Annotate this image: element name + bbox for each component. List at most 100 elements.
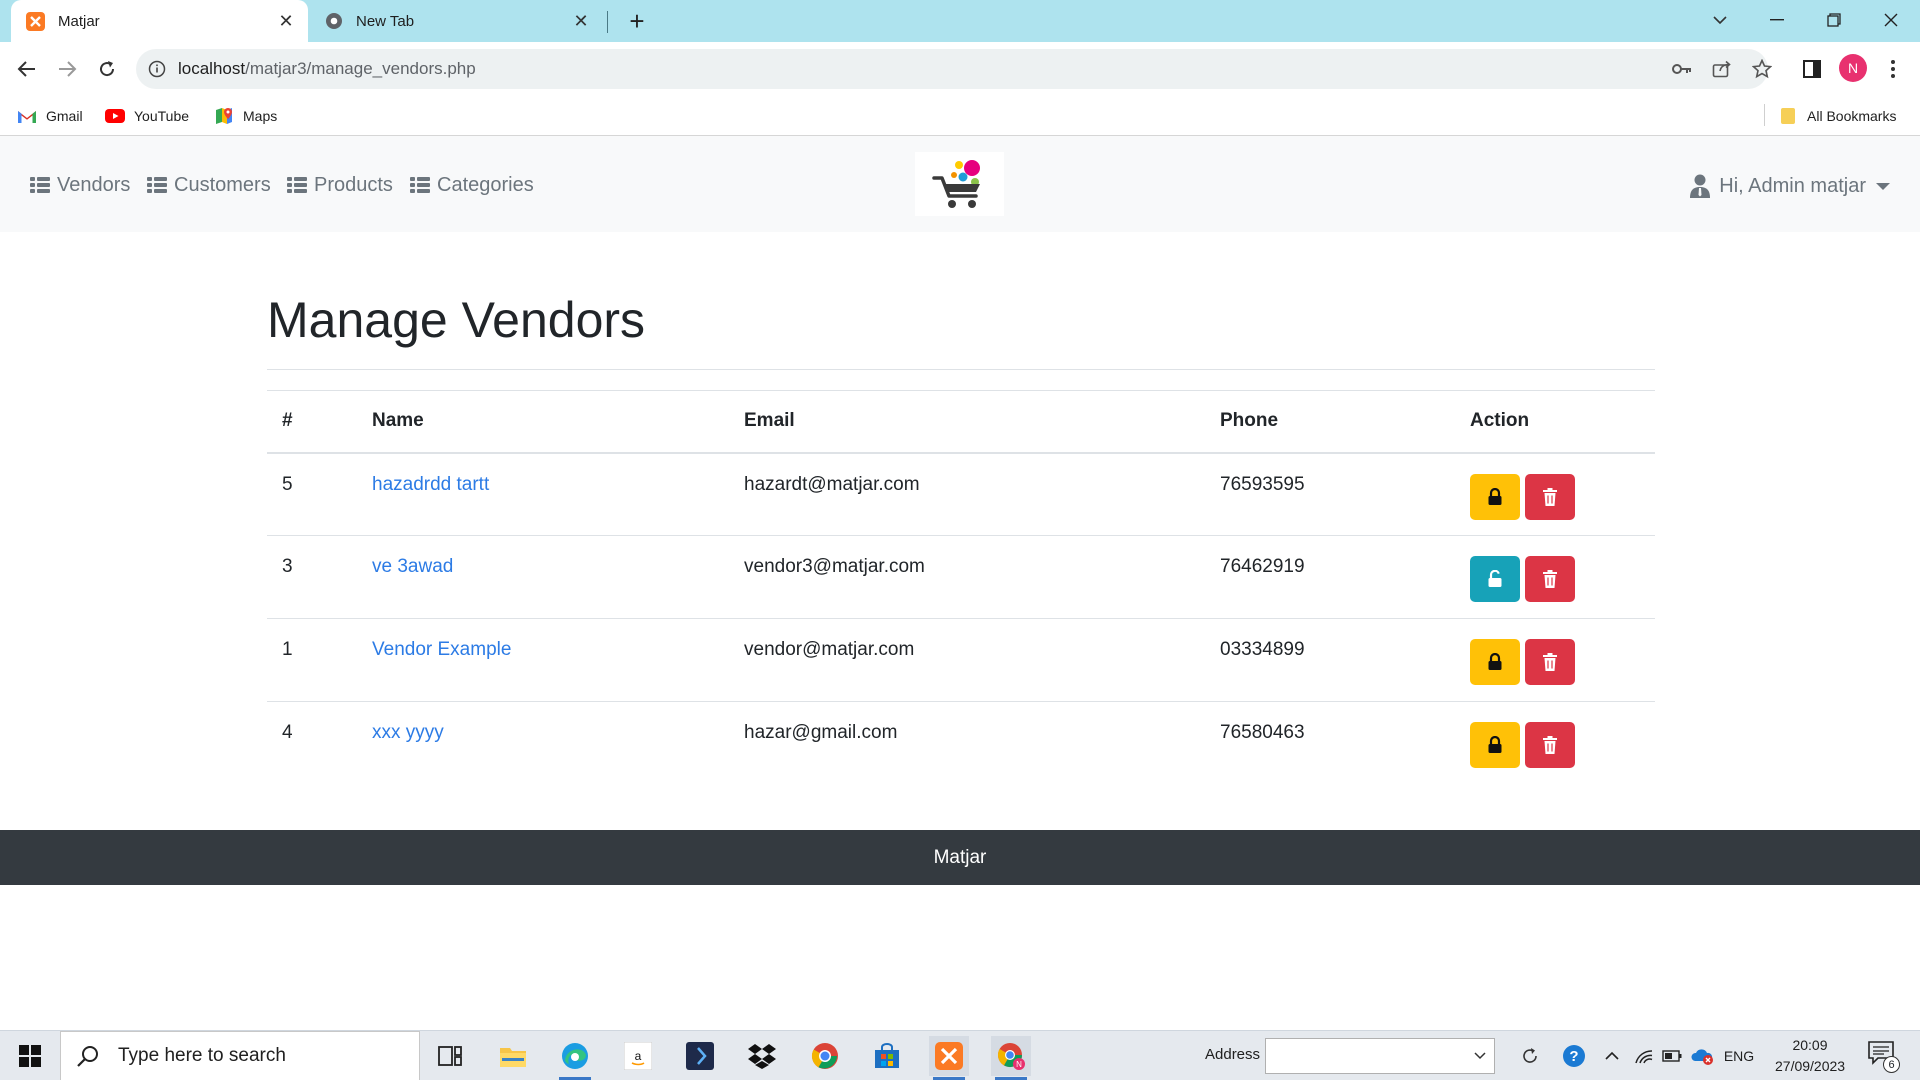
address-refresh-icon[interactable] <box>1518 1044 1542 1068</box>
delete-vendor-button[interactable] <box>1525 556 1575 602</box>
vendor-email: vendor3@matjar.com <box>729 535 1205 619</box>
lock-vendor-button[interactable] <box>1470 639 1520 685</box>
lock-vendor-button[interactable] <box>1470 722 1520 768</box>
all-bookmarks-button[interactable]: All Bookmarks <box>1778 104 1896 128</box>
profile-avatar[interactable]: N <box>1839 54 1867 82</box>
show-hidden-icons-chevron-icon[interactable] <box>1600 1044 1624 1068</box>
vendor-email: hazardt@matjar.com <box>729 452 1205 536</box>
column-header-number: # <box>267 390 357 454</box>
tab-close-icon[interactable]: ✕ <box>272 7 300 35</box>
table-header-row: # Name Email Phone Action <box>267 390 1655 454</box>
wifi-icon[interactable] <box>1632 1044 1656 1068</box>
unlock-vendor-button[interactable] <box>1470 556 1520 602</box>
restore-icon[interactable] <box>1814 0 1854 40</box>
delete-vendor-button[interactable] <box>1525 639 1575 685</box>
action-center-button[interactable]: 6 <box>1868 1041 1900 1073</box>
site-info-icon[interactable] <box>146 58 168 80</box>
vendor-id: 4 <box>282 722 293 743</box>
delete-vendor-button[interactable] <box>1525 473 1575 520</box>
back-arrow-icon[interactable] <box>10 52 44 86</box>
vendor-name-link[interactable]: ve 3awad <box>357 535 729 619</box>
trash-icon <box>1543 653 1557 671</box>
chevron-down-icon[interactable] <box>1474 1052 1486 1060</box>
user-icon <box>1690 174 1711 198</box>
browser-toolbar: localhost/matjar3/manage_vendors.php N <box>0 42 1920 96</box>
vendor-name-link[interactable]: xxx yyyy <box>357 702 729 785</box>
vendor-actions <box>1455 618 1655 702</box>
chrome-menu-icon[interactable] <box>1876 52 1910 86</box>
trash-icon <box>1543 570 1557 588</box>
site-footer: Matjar <box>0 830 1920 885</box>
vendor-id: 1 <box>267 618 357 702</box>
lock-icon <box>1488 736 1502 753</box>
vendor-actions <box>1455 535 1655 619</box>
reload-icon[interactable] <box>90 52 124 86</box>
list-icon <box>410 176 430 194</box>
vendor-id: 3 <box>267 535 357 619</box>
new-tab-button[interactable]: + <box>622 6 652 36</box>
nav-label: Categories <box>437 173 534 196</box>
tab-new-tab[interactable]: New Tab ✕ <box>313 0 603 42</box>
notification-count-badge: 6 <box>1883 1056 1900 1073</box>
minimize-icon[interactable] <box>1757 0 1797 40</box>
onedrive-error-icon[interactable] <box>1690 1044 1714 1068</box>
clock-time: 20:09 <box>1792 1037 1828 1053</box>
dropbox-icon[interactable] <box>742 1036 782 1076</box>
nav-label: Vendors <box>57 173 131 196</box>
chrome-icon[interactable] <box>805 1036 845 1076</box>
vendor-name-link[interactable]: hazadrdd tartt <box>357 452 729 536</box>
bookmark-gmail[interactable]: Gmail <box>17 104 83 128</box>
brand-logo[interactable] <box>915 152 1004 216</box>
xampp-icon[interactable] <box>929 1036 969 1080</box>
lock-icon <box>1488 653 1502 670</box>
taskbar-search-box[interactable]: Type here to search <box>60 1031 420 1080</box>
vendor-email: hazar@gmail.com <box>744 722 898 743</box>
bookmarks-bar: Gmail YouTube Maps All Bookmarks <box>0 96 1920 136</box>
forward-arrow-icon[interactable] <box>50 52 84 86</box>
list-icon <box>287 176 307 194</box>
bookmark-maps[interactable]: Maps <box>214 104 277 128</box>
footer-text: Matjar <box>933 846 987 868</box>
language-indicator[interactable]: ENG <box>1722 1044 1756 1068</box>
bookmark-star-icon[interactable] <box>1751 58 1773 80</box>
file-explorer-icon[interactable] <box>493 1036 533 1076</box>
column-header-phone: Phone <box>1205 390 1455 454</box>
nav-products[interactable]: Products <box>287 172 393 198</box>
nav-vendors[interactable]: Vendors <box>30 172 130 198</box>
address-bar[interactable]: localhost/matjar3/manage_vendors.php <box>136 49 1768 89</box>
vendors-table: # Name Email Phone Action 5 hazadrdd tar… <box>267 390 1655 785</box>
share-icon[interactable] <box>1711 58 1733 80</box>
app-navbar: Vendors Customers Products Categories Hi… <box>0 136 1920 232</box>
battery-icon[interactable] <box>1660 1044 1684 1068</box>
amazon-icon[interactable]: a <box>618 1036 658 1076</box>
taskbar-clock[interactable]: 20:09 27/09/2023 <box>1775 1035 1845 1077</box>
bookmark-youtube[interactable]: YouTube <box>105 104 189 128</box>
user-menu-dropdown[interactable]: Hi, Admin matjar <box>1690 172 1890 200</box>
tab-close-icon[interactable]: ✕ <box>567 7 595 35</box>
nav-categories[interactable]: Categories <box>410 172 534 198</box>
caret-down-icon <box>1876 182 1890 190</box>
help-icon[interactable]: ? <box>1562 1044 1586 1068</box>
tab-matjar[interactable]: Matjar ✕ <box>11 0 308 42</box>
vendor-actions <box>1455 702 1655 785</box>
password-key-icon[interactable] <box>1671 58 1693 80</box>
nav-customers[interactable]: Customers <box>147 172 271 198</box>
xampp-favicon-icon <box>26 11 45 31</box>
vendor-name-link[interactable]: Vendor Example <box>357 618 729 702</box>
windows-taskbar: Type here to search a N Address ? ENG 20… <box>0 1030 1920 1080</box>
trash-icon <box>1543 487 1557 506</box>
delete-vendor-button[interactable] <box>1525 722 1575 768</box>
close-window-icon[interactable] <box>1871 0 1911 40</box>
tab-search-chevron-icon[interactable] <box>1700 0 1740 40</box>
chrome-favicon-icon <box>324 12 343 31</box>
task-view-icon[interactable] <box>430 1036 470 1076</box>
visual-studio-icon[interactable] <box>680 1036 720 1076</box>
edge-icon[interactable] <box>555 1036 595 1080</box>
address-toolbar-input[interactable] <box>1265 1038 1495 1074</box>
microsoft-store-icon[interactable] <box>867 1036 907 1076</box>
table-row: 4 xxx yyyy hazar@gmail.com 76580463 <box>267 702 1655 785</box>
windows-start-button[interactable] <box>0 1031 60 1080</box>
lock-vendor-button[interactable] <box>1470 473 1520 520</box>
side-panel-icon[interactable] <box>1795 52 1829 86</box>
chrome-profile-icon[interactable]: N <box>991 1036 1031 1080</box>
